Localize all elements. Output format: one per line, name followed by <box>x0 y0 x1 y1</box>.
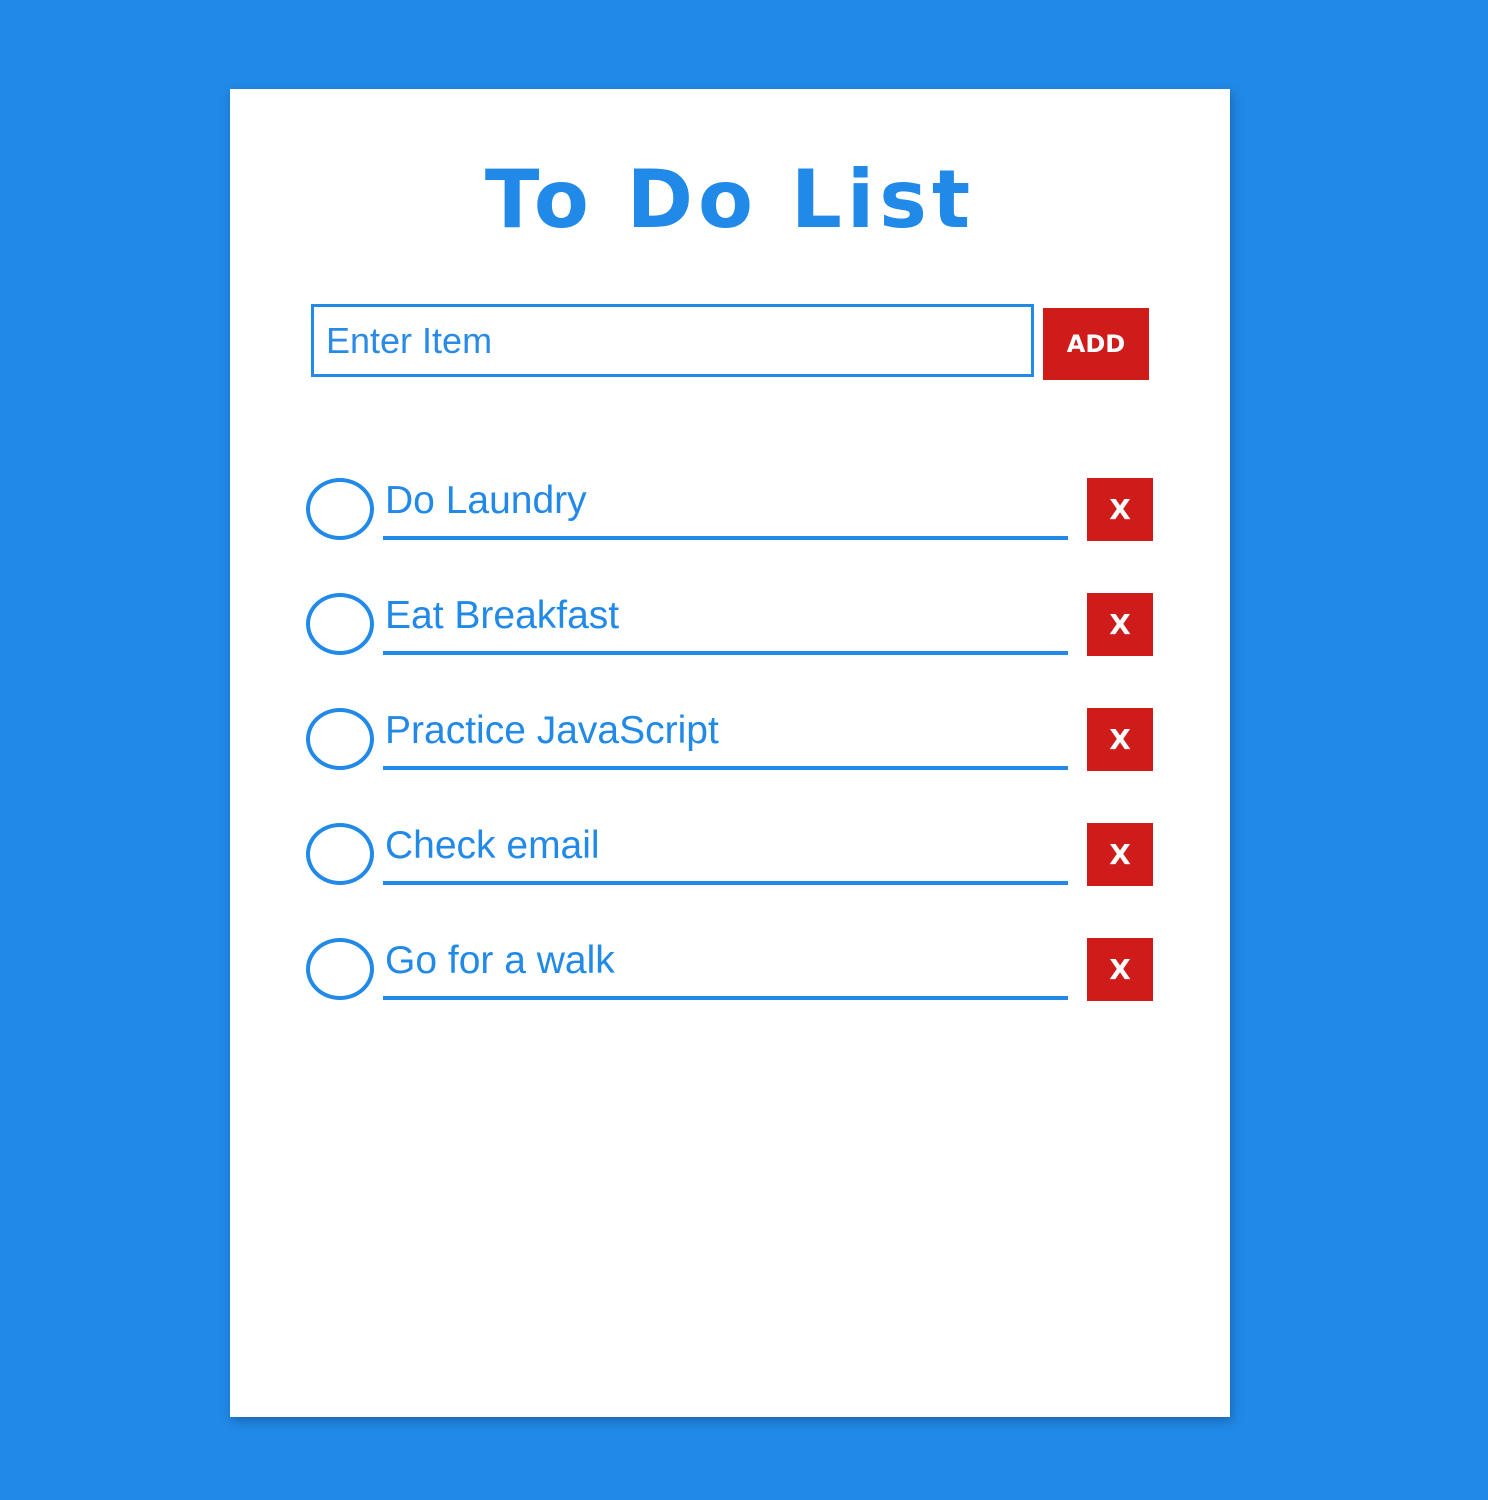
add-button[interactable]: ADD <box>1043 308 1149 380</box>
list-item: Check email X <box>306 823 1166 938</box>
circle-checkbox-icon[interactable] <box>306 823 374 885</box>
delete-button[interactable]: X <box>1087 938 1153 1001</box>
item-input[interactable] <box>311 304 1034 377</box>
circle-checkbox-icon[interactable] <box>306 478 374 540</box>
circle-checkbox-icon[interactable] <box>306 593 374 655</box>
item-label: Check email <box>383 823 1068 885</box>
item-label: Practice JavaScript <box>383 708 1068 770</box>
item-label: Eat Breakfast <box>383 593 1068 655</box>
list-item: Do Laundry X <box>306 478 1166 593</box>
page-title: To Do List <box>484 153 976 246</box>
item-label: Do Laundry <box>383 478 1068 540</box>
circle-checkbox-icon[interactable] <box>306 708 374 770</box>
todo-list: Do Laundry X Eat Breakfast X Practice Ja… <box>306 478 1166 1053</box>
todo-card: To Do List ADD Do Laundry X Eat Breakfas… <box>230 89 1230 1417</box>
circle-checkbox-icon[interactable] <box>306 938 374 1000</box>
list-item: Practice JavaScript X <box>306 708 1166 823</box>
delete-button[interactable]: X <box>1087 708 1153 771</box>
list-item: Go for a walk X <box>306 938 1166 1053</box>
delete-button[interactable]: X <box>1087 593 1153 656</box>
list-item: Eat Breakfast X <box>306 593 1166 708</box>
delete-button[interactable]: X <box>1087 823 1153 886</box>
delete-button[interactable]: X <box>1087 478 1153 541</box>
item-label: Go for a walk <box>383 938 1068 1000</box>
